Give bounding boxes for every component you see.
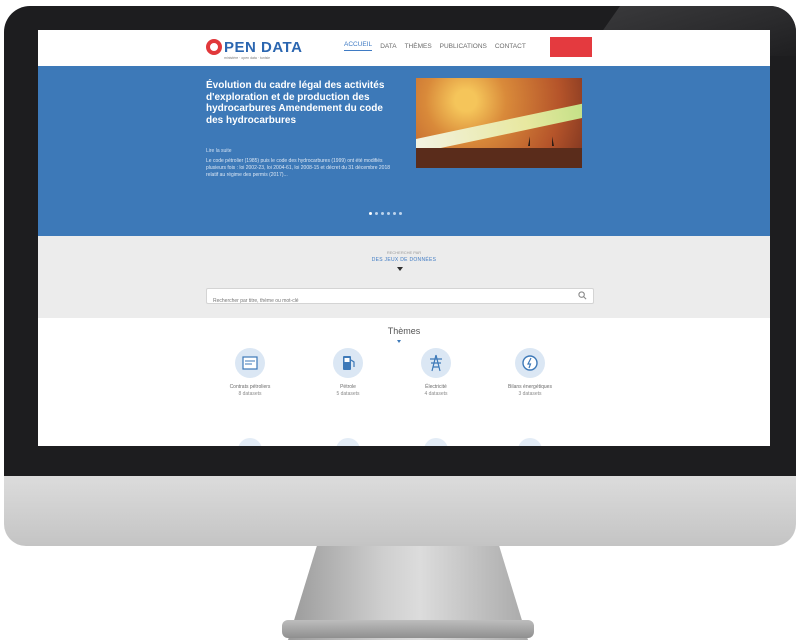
theme-item-electricite[interactable]: Électricité 4 datasets — [396, 348, 476, 397]
hero-title[interactable]: Évolution du cadre légal des activités d… — [206, 80, 396, 126]
themes-title: Thèmes — [387, 326, 421, 336]
carousel-dot[interactable] — [387, 212, 390, 215]
nav-item-publications[interactable]: PUBLICATIONS — [440, 43, 487, 50]
theme-count: 4 datasets — [424, 390, 448, 397]
energy-gauge-icon — [515, 348, 545, 378]
nav-item-data[interactable]: DATA — [380, 43, 396, 50]
monitor-chin — [4, 476, 796, 546]
theme-count: 3 datasets — [518, 390, 542, 397]
nav-item-contact[interactable]: CONTACT — [495, 43, 526, 50]
hero-carousel: Évolution du cadre légal des activités d… — [38, 66, 770, 236]
nav-links: ACCUEIL DATA THÈMES PUBLICATIONS CONTACT — [344, 41, 526, 51]
carousel-dot[interactable] — [375, 212, 378, 215]
contract-icon — [235, 348, 265, 378]
theme-peek-icon — [424, 438, 448, 446]
power-pylon-icon — [421, 348, 451, 378]
hero-image-banner — [416, 99, 582, 155]
navbar: PEN DATA ministère · open data · tunisie… — [38, 30, 770, 67]
hero-image-ground — [416, 148, 582, 168]
nav-cta-button[interactable] — [550, 37, 592, 57]
search-kicker: RECHERCHE PAR — [386, 250, 422, 255]
search-input[interactable] — [207, 294, 579, 308]
themes-section: Thèmes Contrats pétroliers 8 datasets Pé… — [38, 318, 770, 446]
hero-text: Le code pétrolier (1985) puis le code de… — [206, 158, 391, 178]
theme-count: 5 datasets — [336, 390, 360, 397]
carousel-dot[interactable] — [399, 212, 402, 215]
theme-peek-icon — [238, 438, 262, 446]
search-heading: DES JEUX DE DONNÉES — [371, 257, 437, 263]
logo-subtitle: ministère · open data · tunisie — [224, 56, 271, 60]
hero-read-more-link[interactable]: Lire la suite — [206, 148, 232, 154]
carousel-dots — [369, 212, 402, 215]
monitor-stand-base — [282, 620, 534, 638]
nav-item-accueil[interactable]: ACCUEIL — [344, 41, 373, 51]
search-section: RECHERCHE PAR DES JEUX DE DONNÉES — [38, 236, 770, 318]
logo-mark-icon — [206, 39, 222, 55]
theme-peek-icon — [336, 438, 360, 446]
carousel-dot[interactable] — [393, 212, 396, 215]
fuel-pump-icon — [333, 348, 363, 378]
theme-item-bilans[interactable]: Bilans énergétiques 3 datasets — [490, 348, 570, 397]
chevron-down-icon — [397, 340, 401, 343]
theme-item-petrole[interactable]: Pétrole 5 datasets — [308, 348, 388, 397]
site-logo[interactable]: PEN DATA ministère · open data · tunisie — [206, 36, 303, 60]
theme-item-contrats[interactable]: Contrats pétroliers 8 datasets — [210, 348, 290, 397]
search-box — [206, 288, 594, 308]
chevron-down-icon — [397, 267, 403, 271]
nav-item-themes[interactable]: THÈMES — [405, 43, 432, 50]
carousel-dot[interactable] — [369, 212, 372, 215]
logo-text: PEN DATA — [224, 38, 303, 56]
theme-peek-icon — [518, 438, 542, 446]
search-icon[interactable] — [578, 291, 587, 300]
carousel-dot[interactable] — [381, 212, 384, 215]
theme-count: 8 datasets — [238, 390, 262, 397]
screen: PEN DATA ministère · open data · tunisie… — [38, 30, 770, 446]
hero-image — [416, 78, 582, 168]
